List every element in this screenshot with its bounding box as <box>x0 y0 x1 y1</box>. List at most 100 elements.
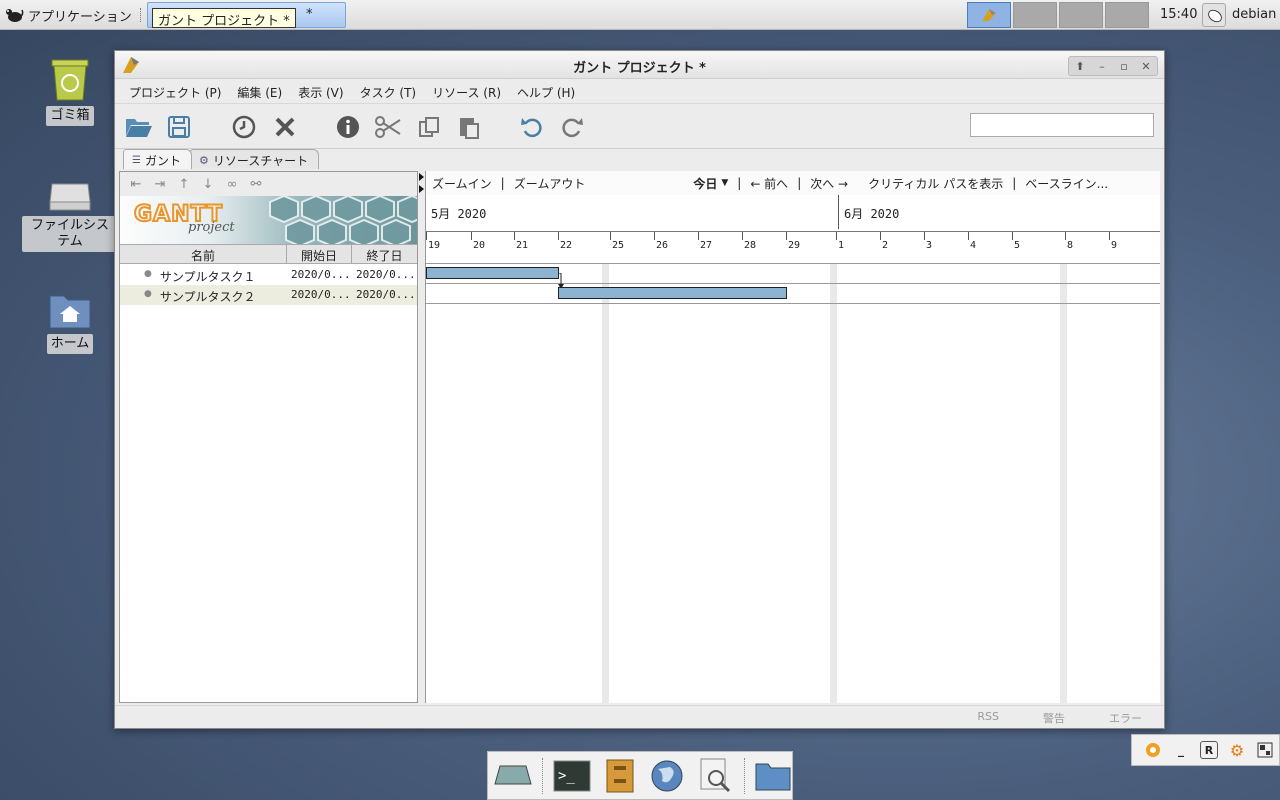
critical-path-link[interactable]: クリティカル パスを表示 <box>868 175 1003 192</box>
app-finder-button[interactable] <box>696 756 734 796</box>
column-start[interactable]: 開始日 <box>287 245 352 263</box>
day-label: 1 <box>838 240 845 251</box>
workspace-2[interactable] <box>1013 2 1057 28</box>
indent-icon[interactable]: ⇥ <box>150 176 170 192</box>
minimize-button[interactable]: – <box>1091 57 1113 75</box>
workspace-4[interactable] <box>1105 2 1149 28</box>
gantt-tab-icon: ☰ <box>132 155 141 166</box>
outdent-icon[interactable]: ⇤ <box>126 176 146 192</box>
search-input[interactable] <box>970 113 1154 137</box>
trash-icon <box>51 59 89 101</box>
day-tick <box>610 232 611 240</box>
workspace-3[interactable] <box>1059 2 1103 28</box>
row-line <box>426 283 1160 284</box>
save-button[interactable] <box>165 113 193 141</box>
chevron-down-icon[interactable]: ▼ <box>721 178 728 188</box>
desktop-filesystem[interactable]: ファイルシステム <box>22 176 118 252</box>
day-tick <box>880 232 881 240</box>
tab-gantt[interactable]: ☰ ガント <box>123 149 192 169</box>
gantt-app-icon <box>982 9 996 21</box>
desktop-trash[interactable]: ゴミ箱 <box>22 56 118 126</box>
day-label: 22 <box>560 240 573 251</box>
view-tabs: ☰ ガント ⚙ リソースチャート <box>123 149 320 169</box>
tab-resource-chart[interactable]: ⚙ リソースチャート <box>189 149 320 169</box>
undo-button[interactable] <box>518 113 546 141</box>
window-title: ガント プロジェクト * <box>573 61 706 76</box>
shade-button[interactable]: ⬆ <box>1069 57 1091 75</box>
redo-icon <box>562 118 583 138</box>
link-icon[interactable]: ∞ <box>222 176 242 192</box>
web-browser-button[interactable] <box>649 756 687 796</box>
delete-button[interactable] <box>271 113 299 141</box>
gear-icon[interactable]: ⚙ <box>1228 741 1246 760</box>
minimize-tray-icon[interactable]: _ <box>1172 741 1190 759</box>
day-label: 4 <box>970 240 977 251</box>
task-name: サンプルタスク１ <box>159 270 256 284</box>
task-grid-header: 名前 開始日 終了日 <box>120 244 417 264</box>
task-start: 2020/0... <box>291 288 351 301</box>
update-notifier-icon[interactable] <box>1144 741 1162 759</box>
today-link[interactable]: 今日 <box>693 175 717 192</box>
workspace-switcher[interactable] <box>967 2 1149 28</box>
copy-button[interactable] <box>415 113 443 141</box>
warning-link[interactable]: 警告 <box>1043 710 1065 729</box>
menu-project[interactable]: プロジェクト (P) <box>121 80 229 103</box>
folder-button[interactable] <box>755 756 793 796</box>
column-name[interactable]: 名前 <box>120 245 287 263</box>
prev-link[interactable]: ← 前へ <box>750 175 788 192</box>
baseline-link[interactable]: ベースライン... <box>1025 175 1108 192</box>
table-row[interactable]: ● サンプルタスク１ 2020/0... 2020/0... <box>120 265 417 285</box>
next-link[interactable]: 次へ → <box>810 175 848 192</box>
tab-resource-label: リソースチャート <box>212 154 309 168</box>
clock[interactable]: 15:40 <box>1160 7 1197 22</box>
applications-label: アプリケーション <box>28 9 132 25</box>
applications-menu[interactable]: アプリケーション <box>4 4 132 26</box>
menu-view[interactable]: 表示 (V) <box>290 80 351 103</box>
new-task-button[interactable] <box>230 113 258 141</box>
error-link[interactable]: エラー <box>1109 710 1142 729</box>
window-switcher-icon[interactable] <box>1256 741 1274 759</box>
open-button[interactable] <box>125 113 153 141</box>
move-up-icon[interactable]: ↑ <box>174 176 194 192</box>
cut-button[interactable] <box>374 113 402 141</box>
menu-edit[interactable]: 編集 (E) <box>229 80 290 103</box>
desktop-home[interactable]: ホーム <box>22 290 118 354</box>
task-bullet-icon: ● <box>144 269 152 279</box>
username[interactable]: debian <box>1232 7 1276 22</box>
gantt-chart[interactable]: ズームイン | ズームアウト 今日 ▼ | ← 前へ | 次へ → クリティカル… <box>425 171 1160 703</box>
day-tick <box>1109 232 1110 240</box>
window-titlebar[interactable]: ガント プロジェクト * ⬆ – ▫ ✕ <box>115 51 1164 79</box>
user-icon[interactable] <box>1202 3 1226 27</box>
rss-link[interactable]: RSS <box>977 710 999 729</box>
menu-task[interactable]: タスク (T) <box>352 80 425 103</box>
column-end[interactable]: 終了日 <box>352 245 417 263</box>
zoom-out-link[interactable]: ズームアウト <box>514 175 586 192</box>
task-bar-1[interactable] <box>426 267 559 279</box>
file-manager-button[interactable] <box>601 756 639 796</box>
task-bar-2[interactable] <box>558 287 787 299</box>
maximize-button[interactable]: ▫ <box>1113 57 1135 75</box>
zoom-in-link[interactable]: ズームイン <box>432 175 492 192</box>
redo-button[interactable] <box>558 113 586 141</box>
filesystem-label: ファイルシステム <box>22 216 118 252</box>
row-line <box>426 263 1160 264</box>
menu-resource[interactable]: リソース (R) <box>424 80 509 103</box>
magnifier-icon <box>700 758 730 792</box>
day-tick <box>698 232 699 240</box>
terminal-button[interactable]: >_ <box>553 756 591 796</box>
panel-separator <box>140 8 143 22</box>
paste-button[interactable] <box>455 113 483 141</box>
month-may: 5月 2020 <box>431 207 487 221</box>
close-button[interactable]: ✕ <box>1135 57 1157 75</box>
move-down-icon[interactable]: ↓ <box>198 176 218 192</box>
show-desktop-button[interactable] <box>494 756 532 796</box>
properties-button[interactable] <box>334 113 362 141</box>
day-label: 5 <box>1014 240 1021 251</box>
r-icon[interactable]: R <box>1200 741 1218 759</box>
workspace-1[interactable] <box>967 2 1011 28</box>
info-icon <box>337 116 359 138</box>
menu-help[interactable]: ヘルプ (H) <box>509 80 583 103</box>
unlink-icon[interactable]: ⚯ <box>246 176 266 192</box>
table-row[interactable]: ● サンプルタスク２ 2020/0... 2020/0... <box>120 285 417 305</box>
resource-tab-icon: ⚙ <box>198 154 209 167</box>
